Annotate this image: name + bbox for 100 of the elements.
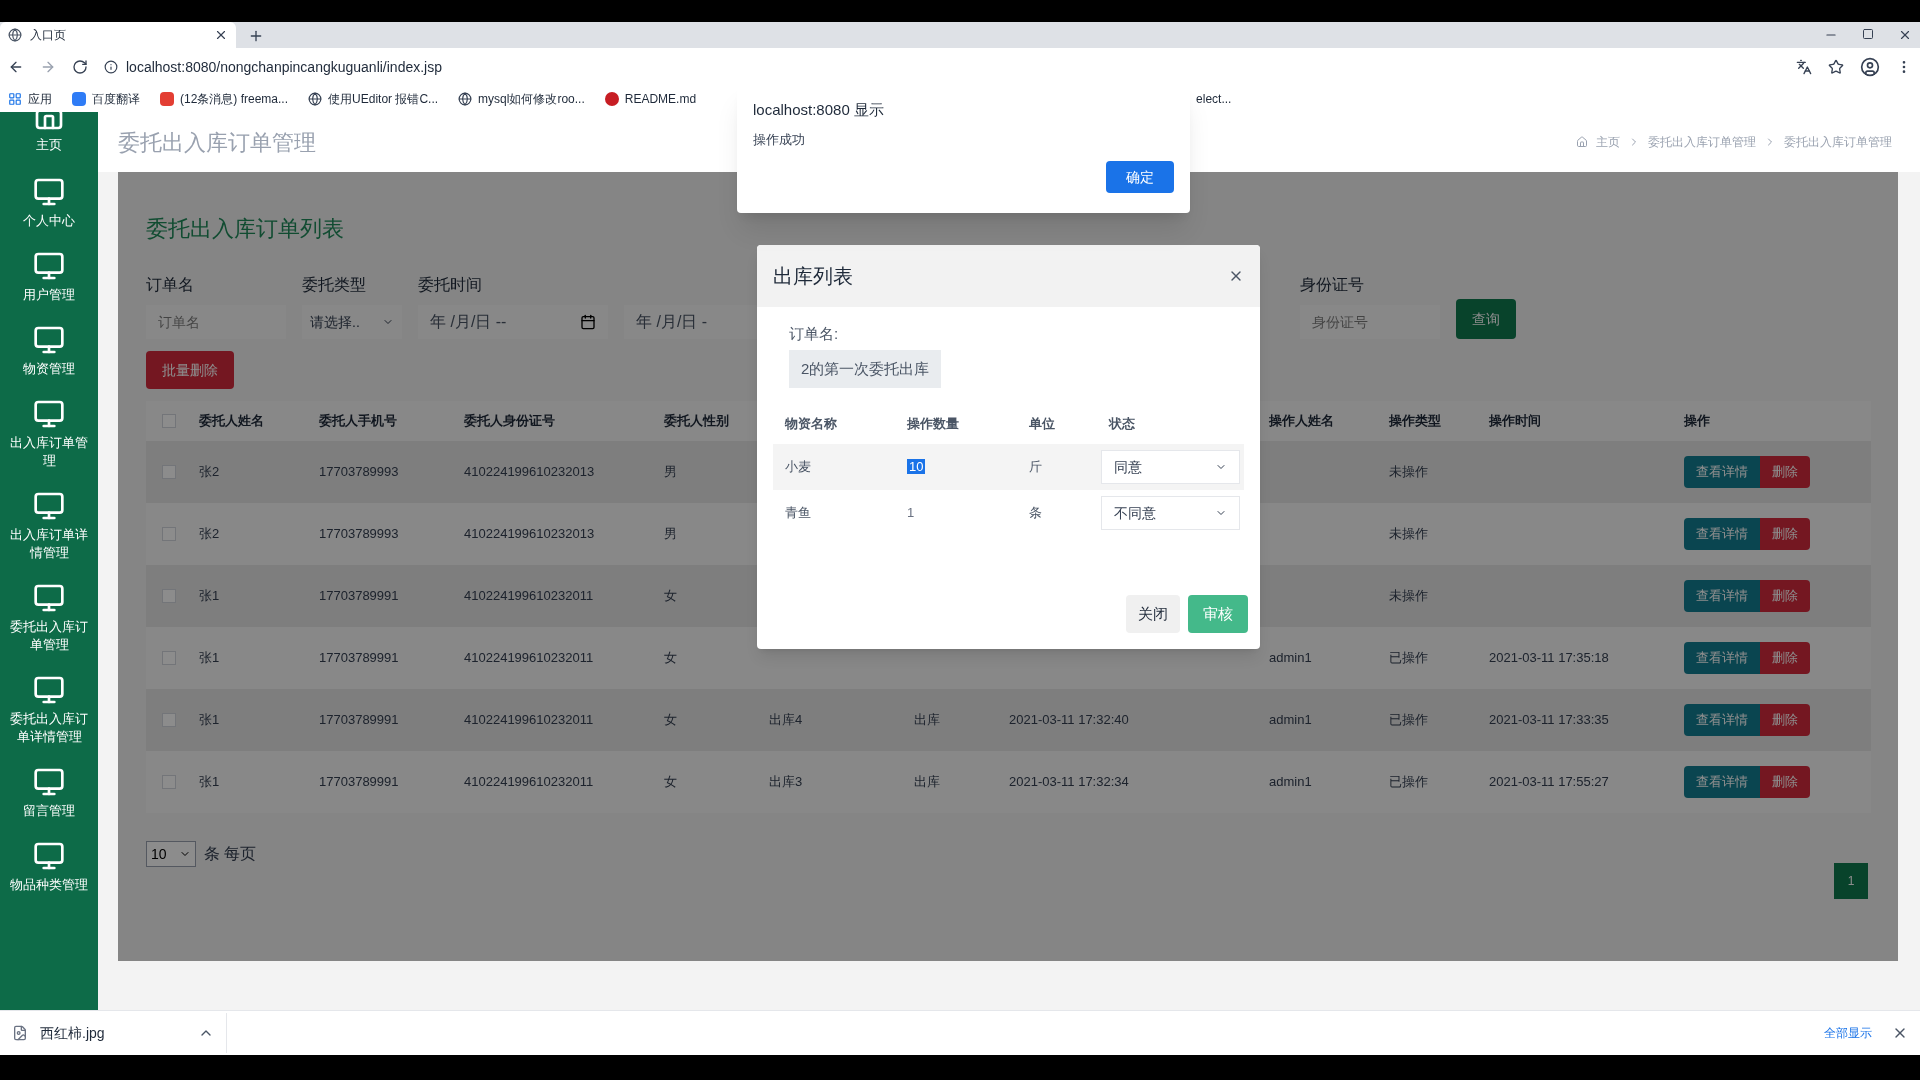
- monitor-icon: [33, 250, 65, 282]
- checkbox[interactable]: [161, 465, 176, 479]
- monitor-icon: [33, 582, 65, 614]
- details-button[interactable]: 查看详情: [1684, 456, 1760, 488]
- details-button[interactable]: 查看详情: [1684, 766, 1760, 798]
- back-icon[interactable]: [8, 59, 24, 75]
- download-item[interactable]: 西红柿.jpg: [12, 1013, 227, 1053]
- reload-icon[interactable]: [72, 59, 88, 75]
- search-button[interactable]: 查询: [1456, 299, 1516, 339]
- alert-title: localhost:8080 显示: [753, 100, 885, 120]
- bookmark-link[interactable]: (12条消息) freema...: [180, 91, 289, 107]
- column-header: 单位: [1029, 416, 1055, 432]
- checkbox[interactable]: [161, 775, 176, 789]
- monitor-icon: [33, 324, 65, 356]
- maximize-icon[interactable]: [1862, 28, 1874, 40]
- new-tab-icon[interactable]: [248, 28, 264, 44]
- delete-button[interactable]: 删除: [1760, 580, 1810, 612]
- info-icon: [104, 60, 118, 74]
- status-select[interactable]: 不同意: [1101, 496, 1240, 530]
- star-icon[interactable]: [1828, 59, 1844, 75]
- filter-label: 身份证号: [1300, 275, 1365, 295]
- table-cell: 已操作: [1389, 650, 1428, 666]
- table-cell: 女: [664, 588, 677, 604]
- filter-label: 委托时间: [418, 275, 483, 295]
- table-cell: 女: [664, 774, 677, 790]
- browser-tab[interactable]: 入口页: [0, 22, 236, 48]
- bookmark-link[interactable]: mysql如何修改roo...: [478, 91, 585, 107]
- breadcrumb-link[interactable]: 委托出入库订单管理: [1784, 134, 1892, 150]
- checkbox[interactable]: [161, 414, 176, 428]
- delete-button[interactable]: 删除: [1760, 704, 1810, 736]
- table-cell: 2021-03-11 17:55:27: [1489, 774, 1609, 790]
- column-header: 委托人身份证号: [464, 413, 555, 429]
- sidebar-item[interactable]: 用户管理: [0, 240, 98, 314]
- checkbox[interactable]: [161, 713, 176, 727]
- sidebar-item[interactable]: 留言管理: [0, 756, 98, 830]
- column-header: 委托人性别: [664, 413, 729, 429]
- filter-label: 订单名: [146, 275, 195, 295]
- status-select[interactable]: 同意: [1101, 450, 1240, 484]
- close-icon[interactable]: [1898, 28, 1912, 42]
- delete-button[interactable]: 删除: [1760, 456, 1810, 488]
- breadcrumb-link[interactable]: 主页: [1596, 134, 1620, 150]
- show-all-link[interactable]: 全部显示: [1824, 1025, 1872, 1041]
- order-name-field: 2的第一次委托出库: [789, 349, 942, 388]
- sidebar-item[interactable]: 个人中心: [0, 166, 98, 240]
- column-header: 操作时间: [1489, 413, 1541, 429]
- delete-button[interactable]: 删除: [1760, 642, 1810, 674]
- table-cell: 张1: [199, 650, 220, 666]
- bookmark-link[interactable]: README.md: [624, 91, 697, 107]
- checkbox[interactable]: [161, 527, 176, 541]
- table-cell: 17703789991: [319, 712, 399, 728]
- table-cell: 张2: [199, 526, 220, 542]
- table-cell: 张2: [199, 464, 220, 480]
- bookmark-link[interactable]: 百度翻译: [92, 91, 140, 107]
- table-cell: 斤: [1029, 459, 1042, 475]
- sidebar-item[interactable]: 物资管理: [0, 314, 98, 388]
- breadcrumb-link[interactable]: 委托出入库订单管理: [1648, 134, 1756, 150]
- details-button[interactable]: 查看详情: [1684, 704, 1760, 736]
- close-icon[interactable]: [214, 28, 228, 42]
- table-cell: 出库3: [769, 774, 803, 790]
- monitor-icon: [33, 398, 65, 430]
- sidebar-item[interactable]: 委托出入库订单详情管理: [0, 664, 98, 756]
- quantity-field[interactable]: 1: [907, 505, 915, 521]
- bookmark-link[interactable]: 应用: [28, 91, 52, 107]
- page-button[interactable]: 1: [1834, 863, 1868, 899]
- table-cell: 410224199610232013: [464, 464, 595, 480]
- sidebar-item[interactable]: 物品种类管理: [0, 830, 98, 904]
- sidebar-item[interactable]: 主页: [0, 112, 98, 166]
- column-header: 操作类型: [1389, 413, 1441, 429]
- column-header: 操作人姓名: [1269, 413, 1334, 429]
- review-button[interactable]: 审核: [1188, 595, 1248, 633]
- quantity-field[interactable]: 10: [907, 459, 926, 475]
- details-button[interactable]: 查看详情: [1684, 642, 1760, 674]
- monitor-icon: [33, 766, 65, 798]
- details-button[interactable]: 查看详情: [1684, 580, 1760, 612]
- filter-label: 委托类型: [302, 275, 367, 295]
- table-cell: 410224199610232011: [464, 712, 594, 728]
- table-cell: admin1: [1269, 712, 1312, 728]
- globe-icon: [8, 28, 22, 42]
- delete-button[interactable]: 删除: [1760, 518, 1810, 550]
- column-header: 状态: [1109, 416, 1135, 432]
- bookmark-link[interactable]: elect...: [1196, 91, 1232, 107]
- close-button[interactable]: 关闭: [1126, 595, 1180, 633]
- sidebar-item[interactable]: 出入库订单管理: [0, 388, 98, 480]
- table-cell: 张1: [199, 774, 220, 790]
- column-header: 操作数量: [907, 416, 959, 432]
- checkbox[interactable]: [161, 651, 176, 665]
- sidebar-item[interactable]: 委托出入库订单管理: [0, 572, 98, 664]
- checkbox[interactable]: [161, 589, 176, 603]
- batch-delete-button[interactable]: 批量删除: [146, 351, 234, 389]
- ok-button[interactable]: 确定: [1106, 161, 1174, 193]
- column-header: 物资名称: [785, 416, 837, 432]
- bookmark-link[interactable]: 使用UEditor 报错C...: [328, 91, 439, 107]
- details-button[interactable]: 查看详情: [1684, 518, 1760, 550]
- table-cell: 410224199610232011: [464, 588, 594, 604]
- sidebar-item[interactable]: 出入库订单详情管理: [0, 480, 98, 572]
- account-icon[interactable]: [1860, 57, 1880, 77]
- table-cell: 410224199610232011: [464, 774, 594, 790]
- delete-button[interactable]: 删除: [1760, 766, 1810, 798]
- column-header: 操作: [1684, 413, 1710, 429]
- page-size-select[interactable]: 10: [146, 841, 196, 867]
